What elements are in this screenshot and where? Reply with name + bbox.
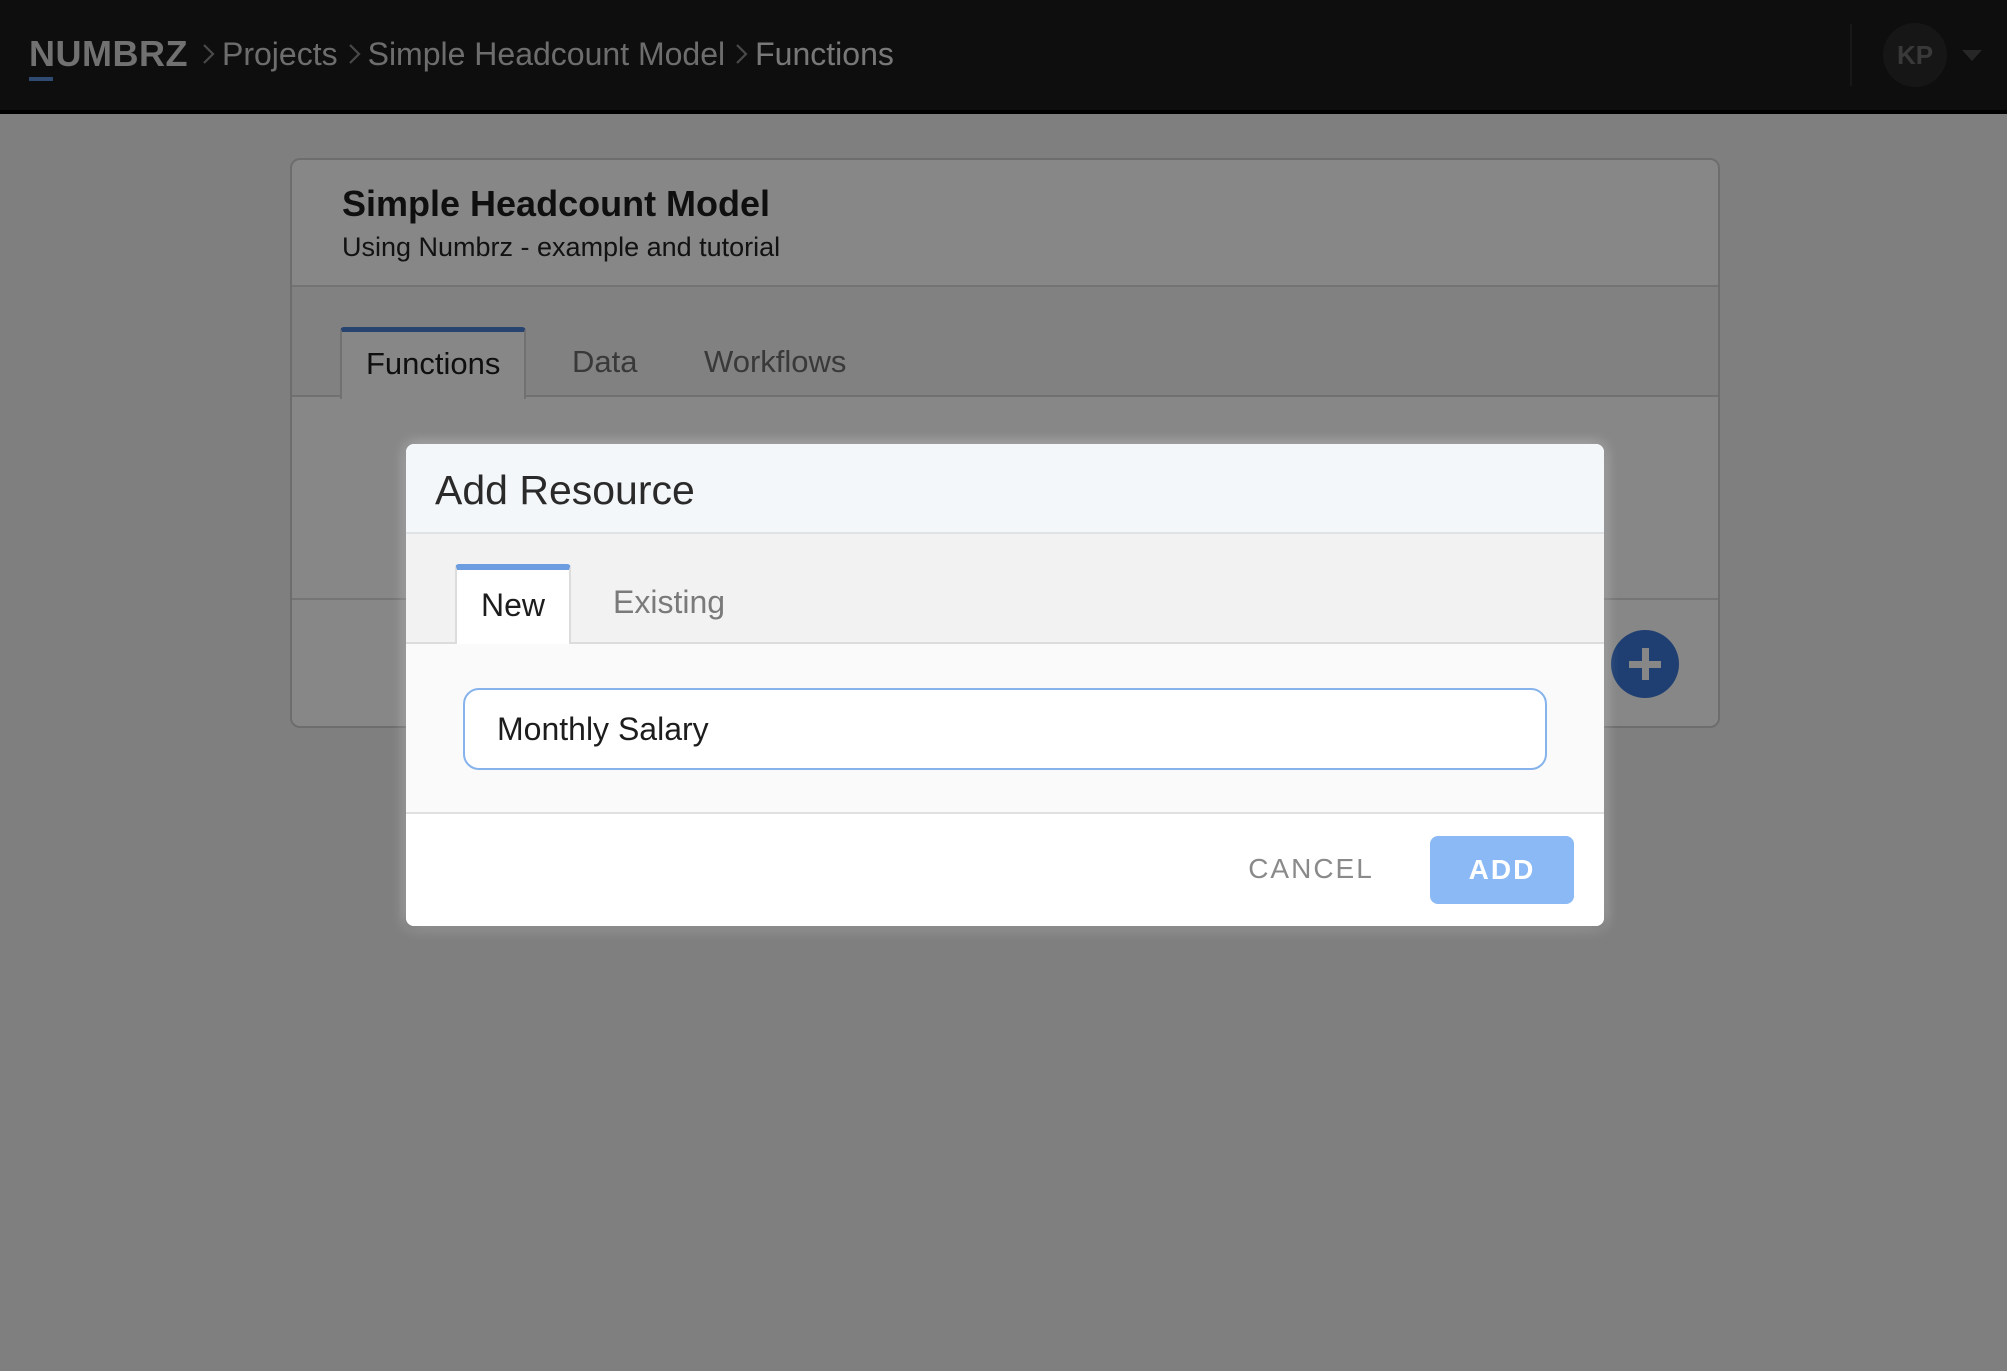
modal-header: Add Resource: [406, 444, 1604, 534]
modal-title: Add Resource: [435, 467, 695, 513]
cancel-button[interactable]: CANCEL: [1236, 836, 1386, 902]
modal-body: [406, 644, 1604, 814]
add-resource-modal: Add Resource New Existing CANCEL ADD: [406, 444, 1604, 926]
tab-new[interactable]: New: [455, 564, 572, 646]
modal-tabs: New Existing: [406, 534, 1604, 646]
add-button[interactable]: ADD: [1430, 836, 1574, 904]
resource-name-input[interactable]: [463, 688, 1547, 770]
tab-existing[interactable]: Existing: [613, 564, 725, 644]
modal-footer: CANCEL ADD: [406, 814, 1604, 926]
